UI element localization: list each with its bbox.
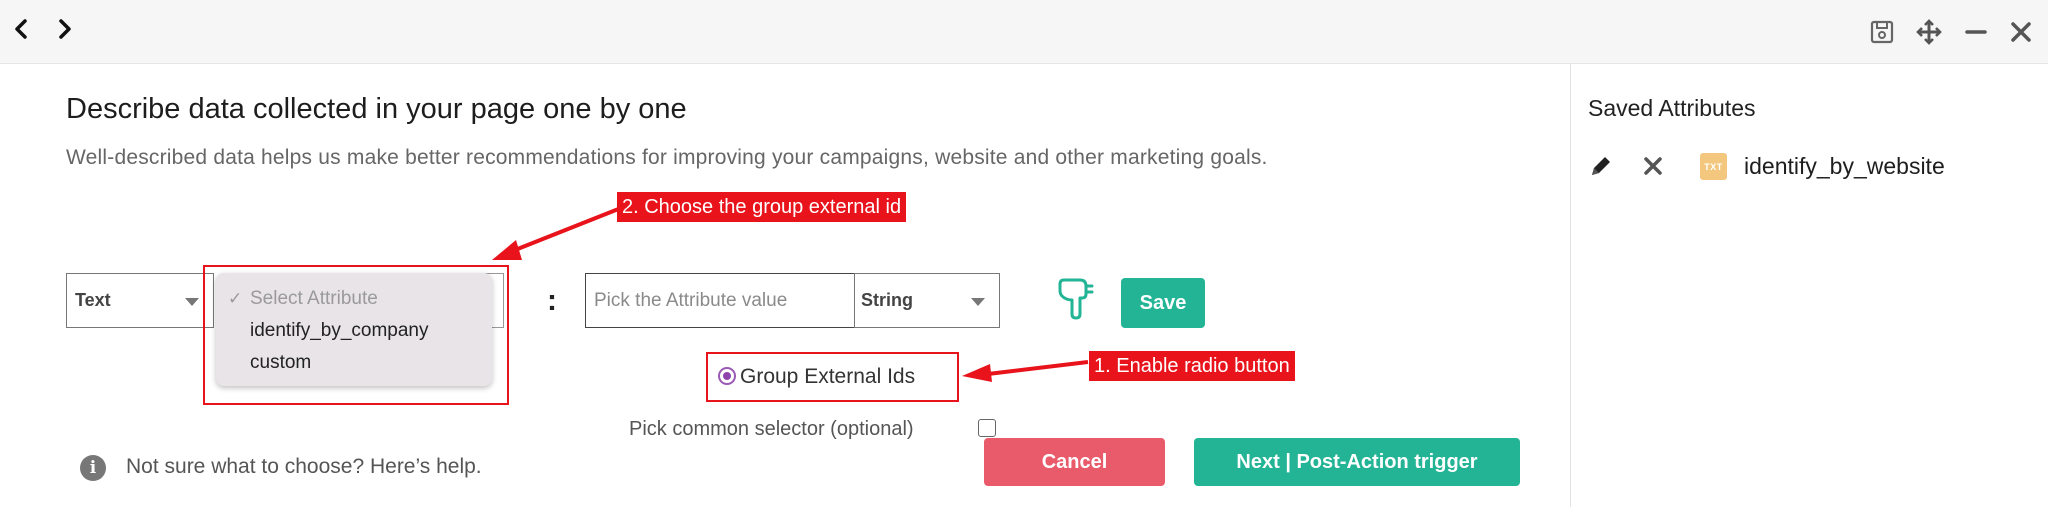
back-button[interactable]	[6, 14, 36, 44]
annotation-arrow-1	[962, 360, 1089, 382]
annotation-arrow-2	[492, 204, 627, 260]
close-window-button[interactable]	[2005, 16, 2037, 48]
top-toolbar	[0, 0, 2048, 64]
data-type-select-value: Text	[75, 290, 111, 310]
common-selector-label: Pick common selector (optional)	[629, 418, 914, 440]
help-link[interactable]: Not sure what to choose? Here’s help.	[126, 455, 482, 479]
forward-button[interactable]	[50, 14, 80, 44]
close-icon	[2011, 22, 2031, 42]
key-value-separator: :	[547, 284, 557, 317]
saved-attribute-name: identify_by_website	[1744, 153, 1945, 179]
common-selector-checkbox[interactable]	[978, 419, 996, 437]
cancel-button[interactable]: Cancel	[984, 438, 1165, 486]
annotation-highlight-radio	[706, 352, 959, 402]
page-subtitle: Well-described data helps us make better…	[66, 146, 1268, 169]
annotation-enable-radio: 1. Enable radio button	[1089, 351, 1295, 381]
minimize-window-button[interactable]	[1960, 16, 1992, 48]
attribute-value-input[interactable]	[585, 273, 855, 328]
data-type-select[interactable]: Text	[66, 273, 214, 328]
annotation-choose-group-id: 2. Choose the group external id	[617, 192, 907, 222]
delete-x-icon[interactable]	[1640, 153, 1666, 179]
pencil-icon[interactable]	[1588, 153, 1614, 179]
annotation-highlight-dropdown	[203, 265, 509, 405]
saved-attributes-panel: Saved Attributes TXT identify_by_website	[1570, 64, 2048, 507]
chevron-right-icon	[59, 19, 71, 39]
move-window-button[interactable]	[1913, 16, 1945, 48]
chevron-down-icon	[185, 298, 199, 306]
save-window-button[interactable]	[1866, 16, 1898, 48]
chevron-down-icon	[971, 298, 985, 306]
page-title: Describe data collected in your page one…	[66, 93, 687, 125]
minimize-icon	[1965, 30, 1987, 34]
value-type-select-value: String	[861, 290, 913, 310]
chevron-left-icon	[15, 19, 27, 39]
save-icon	[1870, 20, 1894, 44]
info-icon: i	[80, 455, 106, 481]
value-type-select[interactable]: String	[854, 273, 1000, 328]
text-type-badge-icon: TXT	[1700, 153, 1727, 180]
next-post-action-button[interactable]: Next | Post-Action trigger	[1194, 438, 1520, 486]
saved-attributes-title: Saved Attributes	[1588, 95, 1756, 121]
save-button[interactable]: Save	[1121, 278, 1205, 328]
saved-attribute-row: TXT identify_by_website	[1588, 150, 2028, 184]
pointer-hand-icon[interactable]	[1052, 276, 1096, 322]
move-icon	[1916, 19, 1942, 45]
